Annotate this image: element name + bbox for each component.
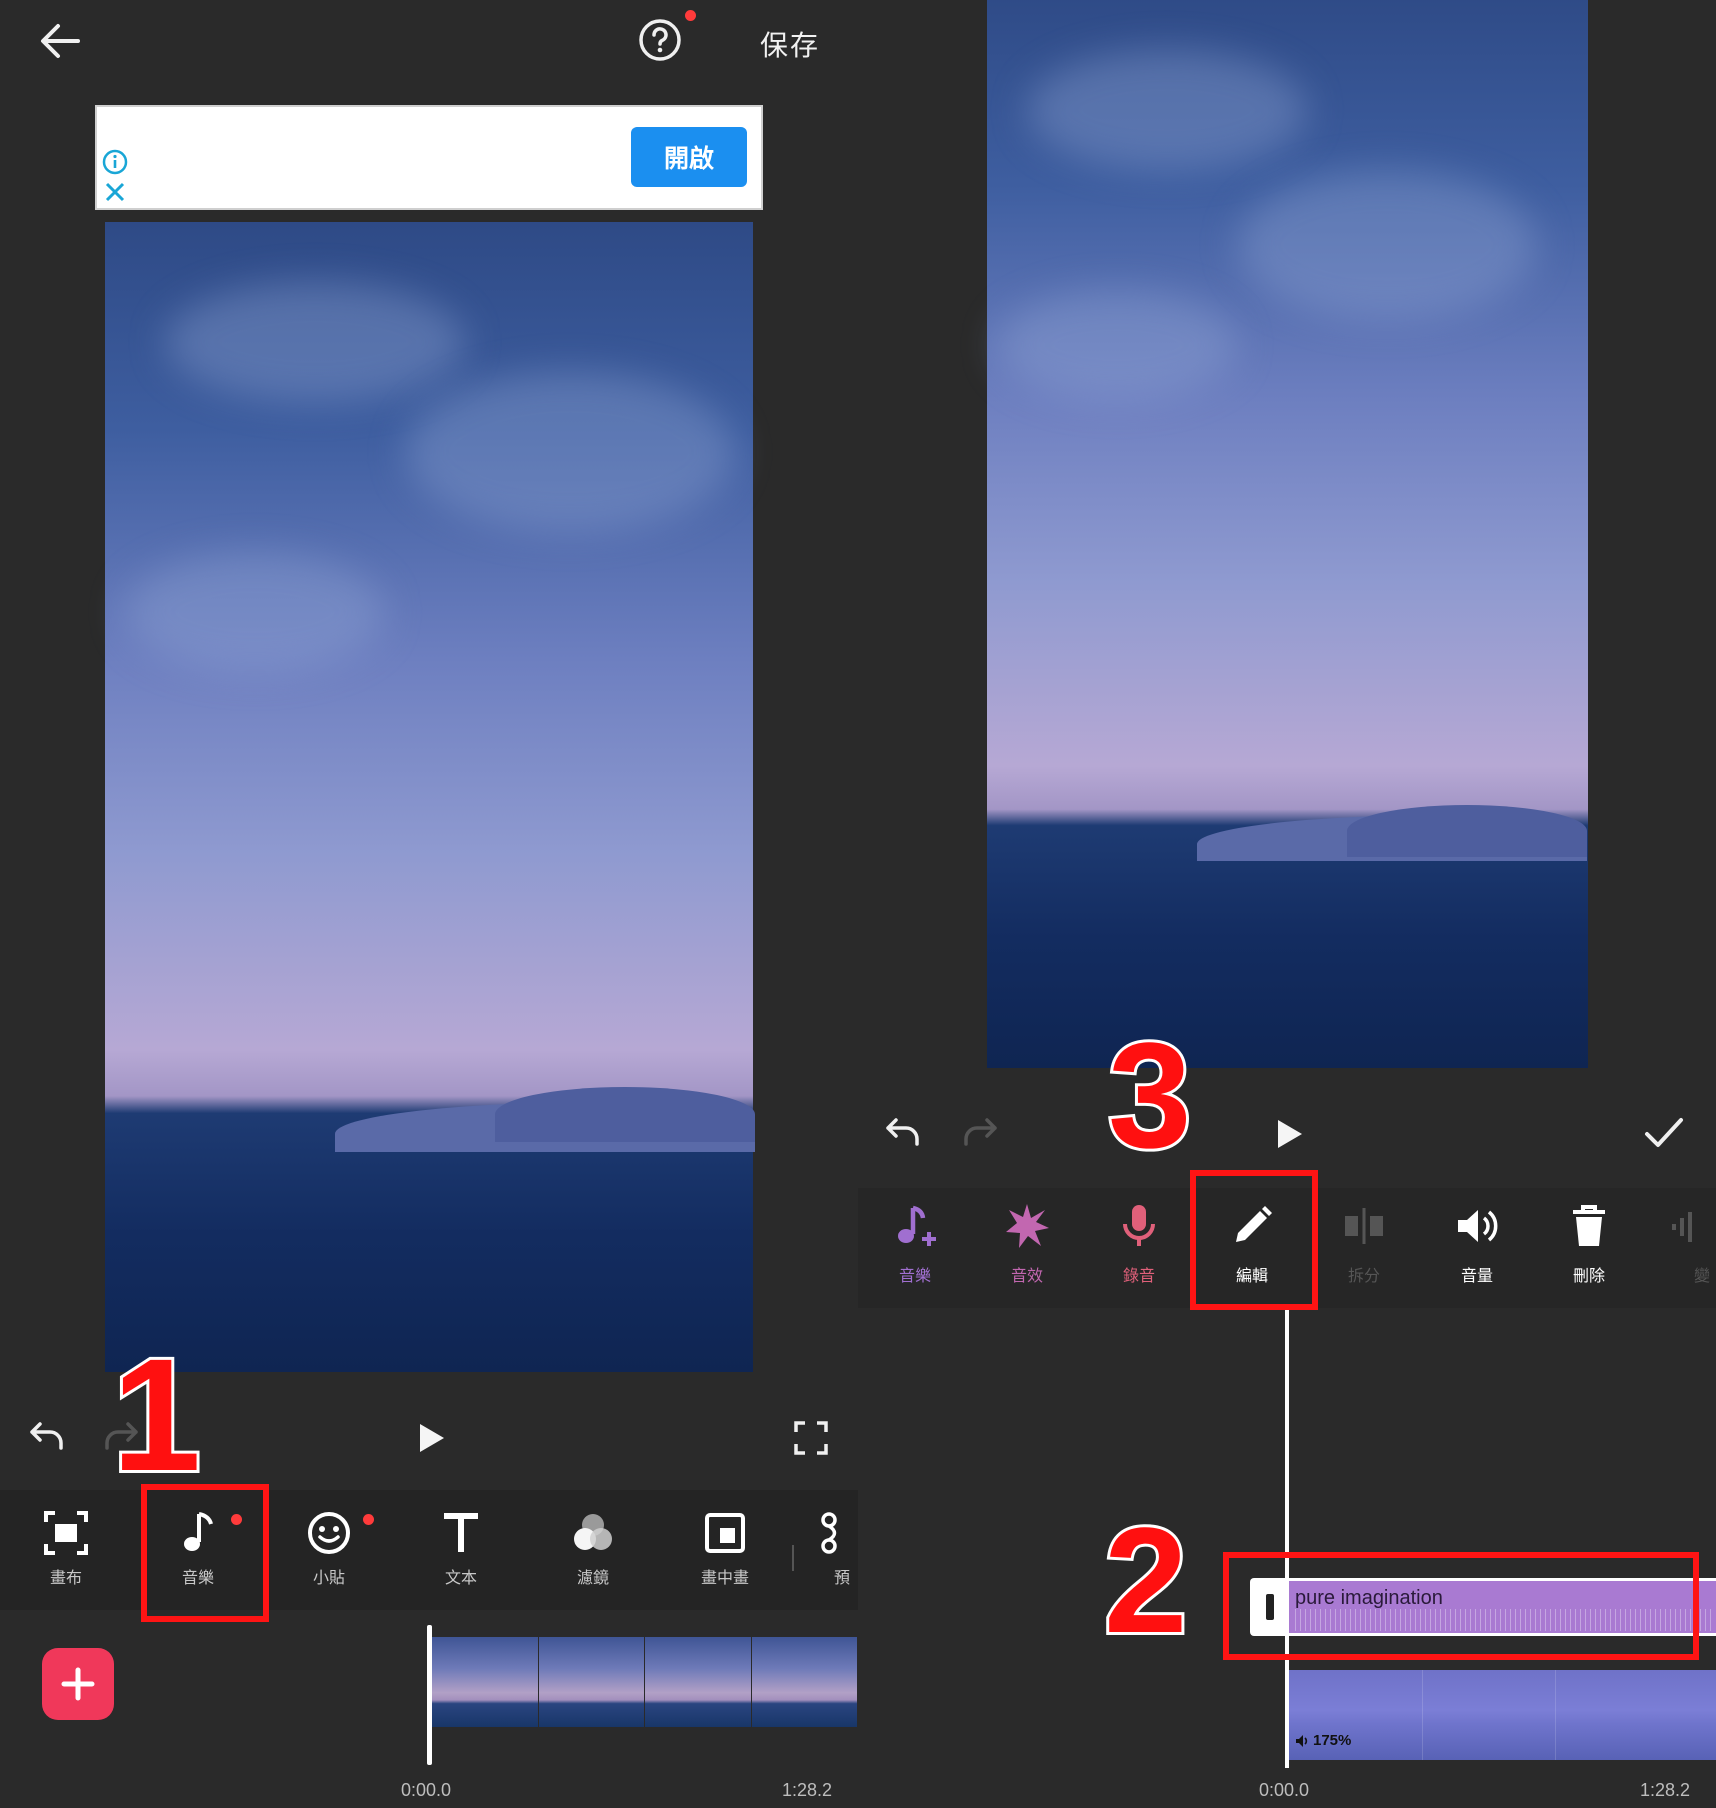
video-volume-badge: 175% bbox=[1295, 1732, 1351, 1749]
close-icon[interactable] bbox=[104, 181, 126, 203]
toolbar-item-delete[interactable]: 刪除 bbox=[1533, 1202, 1645, 1286]
video-volume-value: 175% bbox=[1313, 1732, 1352, 1749]
video-preview[interactable] bbox=[105, 222, 755, 1372]
toolbar-item-label: 畫中畫 bbox=[700, 1570, 749, 1587]
toolbar-item-split[interactable]: 拆分 bbox=[1308, 1202, 1420, 1286]
redo-icon bbox=[964, 1118, 997, 1146]
video-thumbnail bbox=[538, 1637, 645, 1727]
sticker-icon bbox=[308, 1512, 350, 1554]
volume-icon bbox=[1458, 1210, 1498, 1242]
notification-dot bbox=[685, 10, 696, 21]
fullscreen-button[interactable] bbox=[793, 1420, 829, 1461]
video-clip[interactable]: 175% bbox=[1289, 1670, 1716, 1760]
toolbar-item-label: 畫布 bbox=[49, 1570, 82, 1587]
sound-effect-icon bbox=[1006, 1204, 1049, 1248]
microphone-icon bbox=[1123, 1205, 1155, 1246]
video-thumbnail bbox=[645, 1637, 752, 1727]
toolbar-item-label: 預 bbox=[834, 1570, 851, 1587]
ad-open-button[interactable]: 開啟 bbox=[631, 127, 747, 187]
timeline-end-time: 1:28.2 bbox=[1640, 1780, 1691, 1800]
back-button[interactable] bbox=[38, 22, 80, 60]
toolbar-item-record[interactable]: 錄音 bbox=[1083, 1202, 1195, 1286]
toolbar-item-label: 濾鏡 bbox=[576, 1570, 609, 1587]
volume-icon bbox=[1296, 1734, 1308, 1747]
filter-icon bbox=[574, 1514, 612, 1550]
ad-banner[interactable]: 開啟 bbox=[95, 105, 763, 210]
toolbar-item-preset[interactable]: 預 bbox=[782, 1510, 858, 1588]
play-icon bbox=[420, 1424, 444, 1452]
step-1-highlight bbox=[141, 1484, 269, 1622]
toolbar-item-canvas[interactable]: 畫布 bbox=[1, 1510, 131, 1588]
left-screen: 保存 開啟 畫布 音樂 小貼 文本 濾鏡 畫中畫 預 0:00.0 1:28.2… bbox=[0, 0, 858, 1808]
help-icon bbox=[639, 19, 681, 61]
save-button[interactable]: 保存 bbox=[760, 24, 820, 64]
toolbar-item-label: 音效 bbox=[1010, 1268, 1043, 1285]
toolbar-item-label: 拆分 bbox=[1347, 1268, 1380, 1285]
preset-icon bbox=[821, 1512, 837, 1554]
notification-dot bbox=[363, 1514, 374, 1525]
step-1-label: 1 bbox=[109, 1325, 204, 1504]
info-icon[interactable] bbox=[102, 149, 128, 175]
toolbar-item-add-music[interactable]: 音樂 bbox=[859, 1202, 971, 1286]
video-thumbnail bbox=[751, 1637, 858, 1727]
add-music-icon bbox=[898, 1205, 936, 1246]
step-2-label: 2 bbox=[1101, 1496, 1190, 1664]
play-button[interactable] bbox=[418, 1422, 446, 1459]
trash-icon bbox=[1573, 1205, 1605, 1246]
canvas-icon bbox=[44, 1511, 88, 1555]
toolbar-item-fade[interactable]: 變 bbox=[1646, 1202, 1716, 1286]
toolbar-item-text[interactable]: 文本 bbox=[396, 1510, 526, 1588]
redo-button[interactable] bbox=[961, 1116, 999, 1153]
help-button[interactable] bbox=[638, 18, 682, 62]
undo-button[interactable] bbox=[884, 1116, 922, 1153]
confirm-button[interactable] bbox=[1644, 1116, 1684, 1155]
toolbar-item-label: 音樂 bbox=[898, 1268, 931, 1285]
video-track[interactable] bbox=[432, 1637, 858, 1727]
timeline-end-time: 1:28.2 bbox=[782, 1780, 833, 1800]
text-icon bbox=[444, 1513, 478, 1552]
toolbar-item-label: 刪除 bbox=[1572, 1268, 1605, 1285]
fullscreen-icon bbox=[794, 1421, 828, 1455]
checkmark-icon bbox=[1645, 1118, 1683, 1147]
split-icon bbox=[1345, 1208, 1383, 1244]
toolbar-item-label: 音量 bbox=[1460, 1268, 1493, 1285]
right-screen: 音樂 音效 錄音 編輯 拆分 音量 刪除 變 pure imagination … bbox=[858, 0, 1716, 1808]
undo-icon bbox=[30, 1422, 63, 1450]
step-3-label: 3 bbox=[1105, 1011, 1194, 1179]
video-thumbnail bbox=[432, 1637, 539, 1727]
timeline-start-time: 0:00.0 bbox=[1259, 1780, 1310, 1800]
playhead[interactable] bbox=[427, 1625, 432, 1765]
pip-icon bbox=[705, 1513, 745, 1553]
play-icon bbox=[1278, 1120, 1302, 1148]
toolbar-item-pip[interactable]: 畫中畫 bbox=[660, 1510, 790, 1588]
toolbar-item-label: 變 bbox=[1694, 1268, 1711, 1285]
plus-icon bbox=[61, 1667, 95, 1701]
add-media-button[interactable] bbox=[42, 1648, 114, 1720]
fade-icon bbox=[1672, 1212, 1692, 1242]
play-button[interactable] bbox=[1276, 1118, 1304, 1155]
toolbar-item-sticker[interactable]: 小貼 bbox=[264, 1510, 394, 1588]
video-preview[interactable] bbox=[987, 0, 1588, 1068]
timeline-start-time: 0:00.0 bbox=[401, 1780, 452, 1800]
undo-button[interactable] bbox=[28, 1420, 66, 1457]
step-3-highlight bbox=[1190, 1170, 1318, 1310]
toolbar-item-sound-effect[interactable]: 音效 bbox=[971, 1202, 1083, 1286]
undo-icon bbox=[886, 1118, 919, 1146]
arrow-left-icon bbox=[41, 24, 80, 58]
toolbar-item-label: 文本 bbox=[444, 1570, 477, 1587]
toolbar-item-label: 小貼 bbox=[312, 1570, 345, 1587]
toolbar-item-volume[interactable]: 音量 bbox=[1421, 1202, 1533, 1286]
toolbar-item-label: 錄音 bbox=[1122, 1268, 1155, 1285]
step-2-highlight bbox=[1223, 1552, 1699, 1660]
toolbar-item-filter[interactable]: 濾鏡 bbox=[528, 1510, 658, 1588]
